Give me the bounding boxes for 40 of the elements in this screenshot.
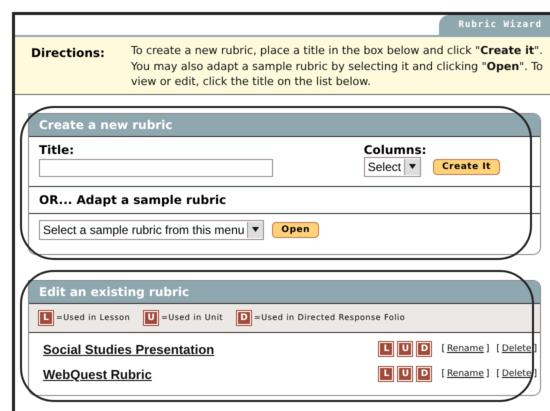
- title-label: Title:: [39, 143, 76, 157]
- title-input[interactable]: [39, 158, 273, 176]
- bracket: [: [496, 344, 500, 354]
- badge: U: [144, 310, 158, 324]
- rubric-link[interactable]: Social Studies Presentation: [43, 342, 380, 356]
- bracket: ]: [533, 344, 537, 354]
- directions-text: To create a new rubric, place a title in the box below and click "Create it". You may also adapt a sample rubric by selecting it and clicking "Open". To view or edit, click the title on the list below.: [131, 43, 544, 90]
- action-link[interactable]: Delete: [502, 369, 532, 379]
- sample-select[interactable]: Select a sample rubric from this menu: [39, 220, 264, 240]
- badge: L: [39, 310, 53, 324]
- badge: U: [398, 342, 412, 356]
- badge: D: [417, 342, 432, 356]
- caret-icon: [409, 164, 416, 169]
- columns-label: Columns:: [364, 142, 428, 156]
- badge: D: [417, 367, 432, 381]
- columns-select[interactable]: Select: [364, 156, 422, 176]
- bracket: ]: [486, 369, 490, 379]
- adapt-heading: OR... Adapt a sample rubric: [39, 192, 226, 206]
- bracket: [: [496, 369, 500, 379]
- action-link[interactable]: Rename: [446, 369, 484, 379]
- bracket: [: [441, 369, 445, 379]
- badge: L: [379, 342, 394, 356]
- bracket: ]: [533, 369, 537, 379]
- legend-label: =Used in Unit: [161, 313, 224, 322]
- legend-label: =Used in Directed Response Folio: [254, 313, 406, 322]
- legend-label: =Used in Lesson: [56, 313, 130, 322]
- bracket: ]: [486, 344, 490, 354]
- action-link[interactable]: Rename: [446, 344, 484, 354]
- open-button[interactable]: Open: [272, 222, 320, 238]
- badge: U: [398, 367, 412, 381]
- bracket: [: [441, 344, 445, 354]
- badge: L: [379, 367, 394, 381]
- badge: D: [237, 310, 252, 324]
- action-link[interactable]: Delete: [502, 344, 532, 354]
- directions-label: Directions:: [31, 45, 106, 62]
- panel-header: Edit an existing rubric: [29, 280, 540, 304]
- caret-icon: [252, 227, 260, 232]
- panel-header: Create a new rubric: [29, 114, 540, 136]
- create-button[interactable]: Create It: [433, 158, 500, 174]
- rubric-link[interactable]: WebQuest Rubric: [43, 366, 380, 382]
